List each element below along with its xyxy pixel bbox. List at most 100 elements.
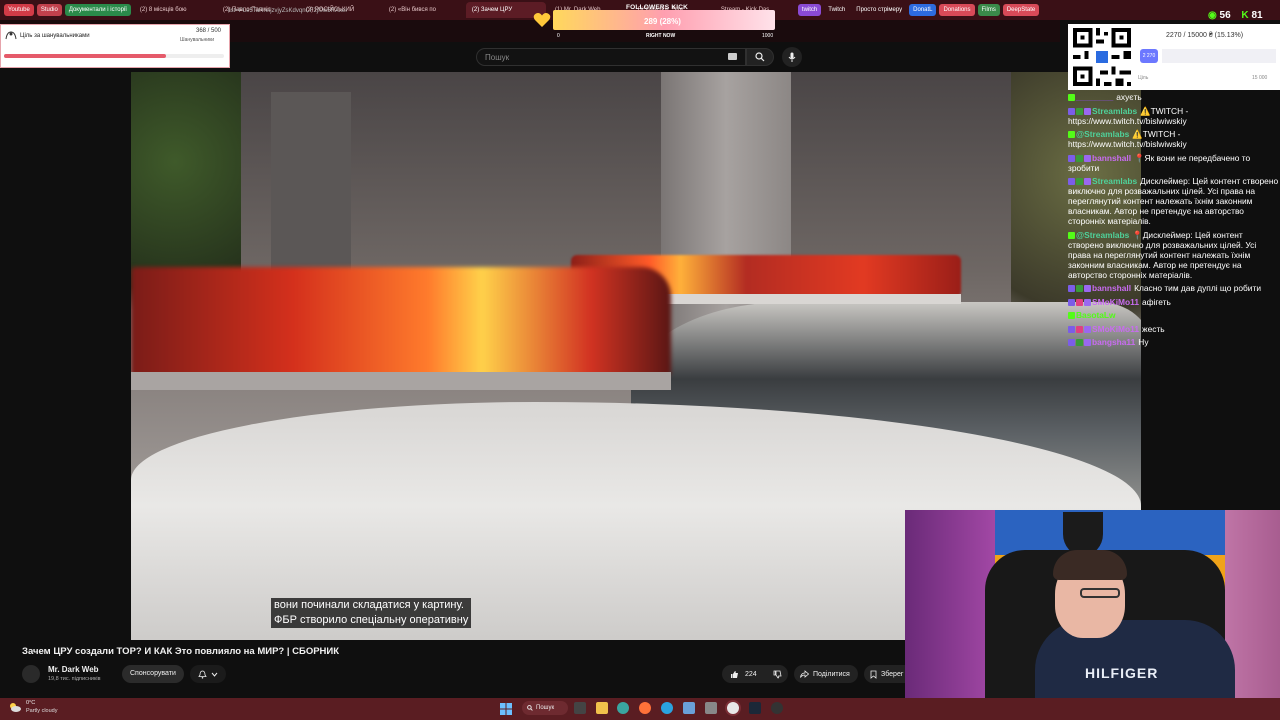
chat-badge-icon (1068, 154, 1075, 162)
edge-icon[interactable] (617, 702, 629, 714)
chat-badge-icon (1068, 231, 1075, 239)
pinned-tab[interactable]: Studio (36, 4, 62, 16)
save-button[interactable]: Зберег (864, 665, 910, 683)
pinned-tab[interactable]: Films (977, 4, 1000, 16)
windows-start-icon[interactable] (500, 702, 512, 715)
chat-username[interactable]: Streamlabs (1092, 176, 1137, 186)
browser-tab[interactable]: (2) «Він бився по (383, 2, 463, 18)
chat-username[interactable]: bannshall (1092, 153, 1131, 163)
chat-message: BasotaLw (1068, 310, 1280, 320)
video-subtitles: вони починали складатися у картину. ФБР … (271, 598, 472, 628)
heart-icon (533, 13, 551, 27)
pinned-tab[interactable]: DonatL (909, 4, 937, 16)
chat-username[interactable]: SMoKiMo11 (1092, 324, 1139, 334)
chat-message: bannshall Класно тим дав дуплі що робити (1068, 283, 1280, 293)
donation-qr-code (1068, 24, 1136, 90)
pinned-tab[interactable]: Donations (939, 4, 975, 16)
chat-username[interactable]: SMoKiMo11 (1092, 297, 1139, 307)
donation-count: 2270 / 15000 ₴ (15.13%) (1166, 32, 1244, 39)
obs-icon[interactable] (771, 702, 783, 714)
pinned-tab[interactable]: Youtube (4, 4, 34, 16)
app-icon-1[interactable] (683, 702, 695, 714)
chevron-down-icon (211, 672, 218, 677)
viewer-icon: ◉ (1208, 10, 1217, 21)
donation-progress-track (1162, 49, 1276, 63)
chat-badges (1068, 297, 1092, 307)
chat-badge-icon (1084, 154, 1091, 162)
webcam-shirt-logo: HILFIGER (1085, 665, 1159, 681)
weather-cloud-icon[interactable] (8, 701, 22, 713)
webcam-person-body (1035, 620, 1235, 700)
chat-username[interactable]: bangsha11 (1092, 337, 1135, 347)
chat-badge-icon (1084, 178, 1091, 185)
kick-stats: ◉ 56 K 81 (1208, 10, 1263, 21)
chat-username[interactable]: ________ (1076, 92, 1113, 102)
chrome-icon[interactable] (727, 702, 739, 714)
chat-badges (1068, 324, 1092, 334)
keyboard-icon[interactable] (728, 53, 737, 60)
chat-badge-icon (1068, 107, 1075, 115)
video-pillar-left (271, 92, 351, 292)
chat-badge-icon (1068, 312, 1075, 319)
chat-badge-icon (1084, 298, 1091, 306)
firefox-icon[interactable] (639, 702, 651, 714)
pinned-tab[interactable]: Документали і історії (64, 4, 131, 16)
search-input[interactable]: Пошук (476, 48, 746, 66)
telegram-icon[interactable] (661, 702, 673, 714)
weather-description[interactable]: Partly cloudy (26, 708, 58, 714)
bookmark-icon (870, 670, 877, 679)
viewer-count: 56 (1219, 10, 1231, 21)
like-count: 224 (745, 670, 757, 678)
subtitle-line-2: ФБР створило спеціальну оперативну (274, 614, 469, 626)
chat-badge-icon (1076, 107, 1083, 115)
chat-badge-icon (1084, 107, 1091, 115)
chat-badges (1068, 106, 1092, 116)
pinned-tab[interactable]: Просто стрімеру (852, 4, 906, 16)
sponsor-button[interactable]: Спонсорувати (122, 665, 184, 683)
browser-tab[interactable]: (2) 8 місяців бою (134, 2, 214, 18)
pinned-tab[interactable]: Twitch (824, 4, 849, 16)
chat-badges (1068, 153, 1092, 163)
chat-message: @Streamlabs ⚠️TWITCH - https://www.twitch… (1068, 129, 1280, 149)
chat-badges (1068, 283, 1092, 293)
chat-username[interactable]: @Streamlabs (1076, 129, 1129, 139)
task-view-icon[interactable] (574, 702, 586, 714)
chat-badge-icon (1068, 131, 1075, 138)
chat-username[interactable]: @Streamlabs (1076, 230, 1129, 240)
share-button[interactable]: Поділитися (794, 665, 858, 683)
like-button[interactable]: 224 (722, 665, 788, 683)
steam-icon[interactable] (749, 702, 761, 714)
pinned-tab[interactable]: twitch (797, 4, 822, 16)
chat-username[interactable]: BasotaLw (1076, 310, 1116, 320)
follower-count: 81 (1251, 10, 1263, 21)
chat-badges (1068, 176, 1092, 186)
chat-message: bannshall 📍Як вони не передбачено то зроб… (1068, 153, 1280, 173)
search-button[interactable] (746, 48, 774, 66)
subscriber-count: 19,8 тис. підписників (48, 676, 101, 682)
save-label: Зберег (881, 670, 904, 678)
taskbar-search[interactable]: Пошук (522, 701, 568, 715)
chat-badge-icon (1084, 325, 1091, 333)
chat-badges (1068, 337, 1092, 347)
chat-badge-icon (1076, 298, 1083, 306)
chat-text: Класно тим дав дуплі що робити (1134, 283, 1262, 293)
chat-badge-icon (1068, 285, 1075, 292)
taskbar-search-icon (527, 705, 533, 711)
donation-min-label: Ціль (1138, 75, 1149, 81)
channel-name[interactable]: Mr. Dark Web (48, 665, 99, 674)
file-explorer-icon[interactable] (596, 702, 608, 714)
channel-avatar[interactable] (22, 665, 40, 683)
followers-count: 289 (28%) (644, 17, 681, 26)
followers-label: RIGHT NOW (646, 33, 676, 39)
qr-code-icon (1072, 27, 1132, 87)
voice-search-button[interactable] (782, 47, 802, 67)
thumbs-down-icon[interactable] (773, 670, 782, 679)
chat-username[interactable]: bannshall (1092, 283, 1131, 293)
weather-temperature[interactable]: 0°C (26, 700, 35, 706)
app-icon-2[interactable] (705, 702, 717, 714)
pinned-tab[interactable]: DeepState (1002, 4, 1040, 16)
chat-badge-icon (1068, 94, 1075, 101)
streamer-webcam: HILFIGER (905, 510, 1280, 700)
chat-username[interactable]: Streamlabs (1092, 106, 1137, 116)
notification-bell-button[interactable] (190, 665, 226, 683)
